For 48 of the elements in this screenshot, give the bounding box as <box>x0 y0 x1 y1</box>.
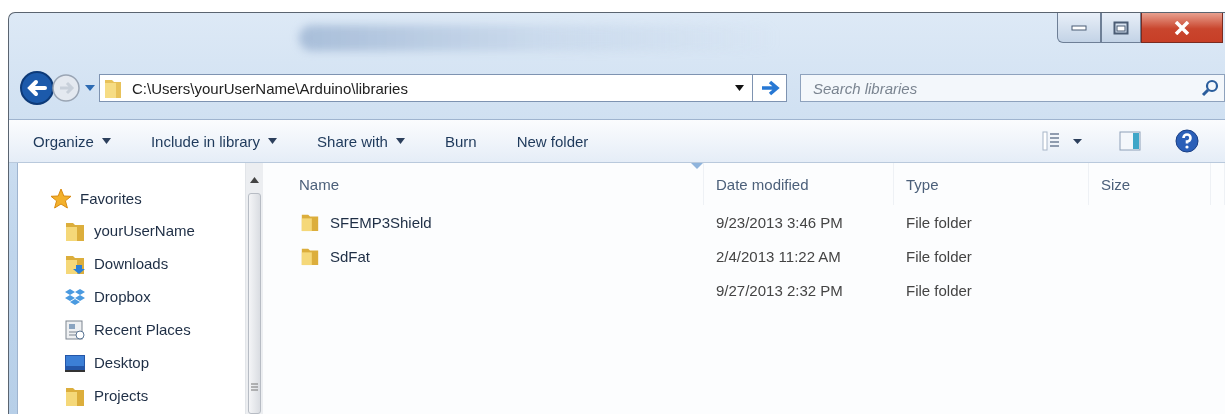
table-cell-text: File folder <box>905 213 973 231</box>
star-icon <box>50 187 72 210</box>
recent-places-icon <box>64 318 86 341</box>
table-cell-text: 2/4/2013 11:22 AM <box>715 247 842 265</box>
toolbar-button[interactable]: Share with <box>317 126 405 156</box>
preview-pane-icon[interactable] <box>1119 130 1141 152</box>
maximize-button[interactable] <box>1101 13 1141 43</box>
maximize-icon <box>1113 20 1129 35</box>
file-name[interactable]: SdFat <box>330 247 371 265</box>
table-cell-text: 9/27/2013 2:32 PM <box>715 281 844 299</box>
nav-item[interactable]: Recent Places <box>94 321 191 338</box>
minimize-button[interactable] <box>1057 13 1101 43</box>
minimize-icon <box>1071 24 1087 31</box>
column-header[interactable]: Size <box>1101 175 1131 193</box>
table-cell-text: File folder <box>905 247 973 265</box>
nav-item[interactable]: Downloads <box>94 255 169 272</box>
table-cell-text: 9/23/2013 3:46 PM <box>715 213 844 231</box>
column-header[interactable]: Name <box>299 175 339 193</box>
nav-item[interactable]: Desktop <box>94 354 150 371</box>
view-menu-icon[interactable] <box>1041 130 1085 152</box>
column-header[interactable]: Type <box>906 175 939 193</box>
nav-item[interactable]: Projects <box>94 387 149 404</box>
toolbar-button[interactable]: Include in library <box>150 126 278 156</box>
folder-icon <box>104 77 122 99</box>
file-name[interactable]: SFEMP3Shield <box>330 213 432 231</box>
toolbar-button[interactable]: Organize <box>33 126 111 156</box>
table-cell-text: File folder <box>905 281 973 299</box>
column-header[interactable]: Date modified <box>716 175 809 193</box>
scroll-up-icon[interactable] <box>250 177 259 183</box>
grip-icon <box>251 383 258 391</box>
nav-item[interactable]: Favorites <box>80 190 142 207</box>
back-button[interactable] <box>19 70 55 106</box>
nav-item[interactable]: Dropbox <box>94 288 151 305</box>
help-icon[interactable] <box>1175 129 1199 153</box>
search-icon <box>1201 79 1219 97</box>
search-field[interactable]: Search libraries <box>800 74 1225 102</box>
close-icon <box>1174 20 1190 35</box>
address-path: C:\Users\yourUserName\Arduino\libraries <box>132 79 409 97</box>
nav-item[interactable]: yourUserName <box>94 222 195 239</box>
forward-button[interactable] <box>51 73 81 103</box>
address-bar[interactable]: C:\Users\yourUserName\Arduino\libraries <box>99 74 753 102</box>
go-button[interactable] <box>753 74 787 102</box>
toolbar-button[interactable]: New folder <box>516 126 589 156</box>
close-button[interactable] <box>1141 13 1223 43</box>
arrow-icon <box>759 80 780 96</box>
toolbar-button[interactable]: Burn <box>444 126 477 156</box>
scrollbar[interactable] <box>245 163 263 414</box>
caret-icon[interactable] <box>735 85 744 91</box>
